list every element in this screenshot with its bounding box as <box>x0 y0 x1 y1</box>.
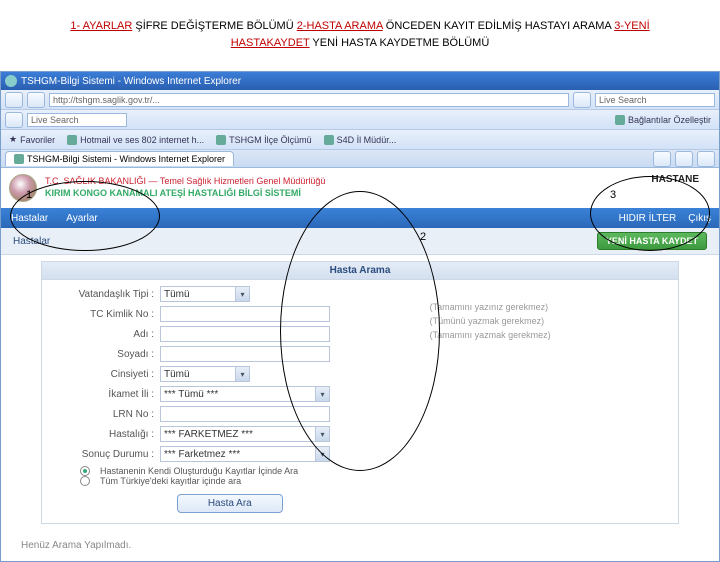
label-ikamet: İkamet İli : <box>50 389 160 400</box>
nav-ayarlar[interactable]: Ayarlar <box>66 213 98 224</box>
label-hastaligi: Hastalığı : <box>50 429 160 440</box>
sub-hastalar[interactable]: Hastalar <box>13 236 50 247</box>
home-icon[interactable] <box>653 151 671 167</box>
annotation-marker-3: 3 <box>610 189 616 201</box>
app-title-block: T.C. SAĞLIK BAKANLIĞI — Temel Sağlık Hiz… <box>45 176 325 199</box>
link-icon <box>615 115 625 125</box>
facility-label: HASTANE <box>651 174 699 185</box>
panel-title: Hasta Arama <box>42 262 678 280</box>
links-customize[interactable]: Bağlantılar Özelleştir <box>611 115 715 125</box>
browser-linkbar: ★ Favoriler Hotmail ve ses 802 internet … <box>1 130 719 150</box>
app-subtitle: T.C. SAĞLIK BAKANLIĞI — Temel Sağlık Hiz… <box>45 176 325 188</box>
search-box[interactable]: Live Search <box>595 93 715 107</box>
nav-hastalar[interactable]: Hastalar <box>11 213 48 224</box>
hint-2: (Tümünü yazmak gerekmez) <box>430 316 670 326</box>
app-title: KIRIM KONGO KANAMALI ATEŞİ HASTALIĞI BİL… <box>45 188 325 200</box>
hint-1: (Tamamını yazınız gerekmez) <box>430 302 670 312</box>
label-vatandaslik: Vatandaşlık Tipi : <box>50 289 160 300</box>
label-cinsiyeti: Cinsiyeti : <box>50 369 160 380</box>
no-results-message: Henüz Arama Yapılmadı. <box>1 530 719 561</box>
new-patient-button[interactable]: YENİ HASTA KAYDET <box>597 232 707 250</box>
main-navbar: Hastalar Ayarlar HIDIR İLTER Çıkış <box>1 208 719 228</box>
chevron-down-icon: ▾ <box>235 367 249 381</box>
radio-own-records[interactable] <box>80 466 90 476</box>
hint-3: (Tamamını yazmak gerekmez) <box>430 330 670 340</box>
ie-icon <box>5 75 17 87</box>
input-lrn[interactable] <box>160 406 330 422</box>
feed-icon[interactable] <box>675 151 693 167</box>
search-button[interactable]: Hasta Ara <box>177 494 283 513</box>
address-bar[interactable]: http://tshgm.saglik.gov.tr/... <box>49 93 569 107</box>
annotation-marker-1: 1 <box>26 189 32 201</box>
nav-logout[interactable]: Çıkış <box>688 213 711 224</box>
favorites-button[interactable]: ★ Favoriler <box>5 134 59 145</box>
nav-user: HIDIR İLTER <box>619 213 677 224</box>
tab-favicon <box>14 154 24 164</box>
chevron-down-icon: ▾ <box>315 387 329 401</box>
label-tckimlik: TC Kimlik No : <box>50 309 160 320</box>
home-button[interactable] <box>5 112 23 128</box>
refresh-button[interactable] <box>573 92 591 108</box>
sub-navbar: Hastalar YENİ HASTA KAYDET <box>1 228 719 255</box>
print-icon[interactable] <box>697 151 715 167</box>
search-form: Vatandaşlık Tipi : Tümü▾ TC Kimlik No : … <box>50 286 410 513</box>
browser-toolbar-2: Live Search Bağlantılar Özelleştir <box>1 110 719 130</box>
cap-seg1-rest: ŞİFRE DEĞİŞTERME BÖLÜMÜ <box>132 20 296 32</box>
input-tckimlik[interactable] <box>160 306 330 322</box>
chevron-down-icon: ▾ <box>315 447 329 461</box>
window-title: TSHGM-Bilgi Sistemi - Windows Internet E… <box>21 76 241 87</box>
radio-own-records-label: Hastanenin Kendi Oluşturduğu Kayıtlar İç… <box>100 466 298 476</box>
select-hastaligi[interactable]: *** FARKETMEZ ***▾ <box>160 426 330 442</box>
select-ikamet[interactable]: *** Tümü ***▾ <box>160 386 330 402</box>
cap-seg2-rest: ÖNCEDEN KAYIT EDİLMİŞ HASTAYI ARAMA <box>383 20 614 32</box>
cap-seg2-label: 2-HASTA ARAMA <box>297 20 383 32</box>
favicon-2 <box>216 135 226 145</box>
patient-search-panel: Hasta Arama Vatandaşlık Tipi : Tümü▾ TC … <box>41 261 679 524</box>
live-search-field[interactable]: Live Search <box>27 113 127 127</box>
select-sonuc[interactable]: *** Farketmez ***▾ <box>160 446 330 462</box>
favicon-3 <box>324 135 334 145</box>
instruction-caption: 1- AYARLAR ŞİFRE DEĞİŞTERME BÖLÜMÜ 2-HAS… <box>0 0 720 59</box>
select-vatandaslik[interactable]: Tümü▾ <box>160 286 250 302</box>
chevron-down-icon: ▾ <box>315 427 329 441</box>
favicon-1 <box>67 135 77 145</box>
label-sonuc: Sonuç Durumu : <box>50 449 160 460</box>
linkbar-item-1[interactable]: Hotmail ve ses 802 internet h... <box>63 135 208 145</box>
linkbar-item-2[interactable]: TSHGM İlçe Ölçümü <box>212 135 316 145</box>
radio-all-turkey-label: Tüm Türkiye'deki kayıtlar içinde ara <box>100 476 241 486</box>
cap-seg3-rest: YENİ HASTA KAYDETME BÖLÜMÜ <box>310 37 490 49</box>
select-cinsiyeti[interactable]: Tümü▾ <box>160 366 250 382</box>
label-lrn: LRN No : <box>50 409 160 420</box>
window-titlebar: TSHGM-Bilgi Sistemi - Windows Internet E… <box>1 72 719 90</box>
cap-seg1-label: 1- AYARLAR <box>70 20 132 32</box>
label-soyadi: Soyadı : <box>50 349 160 360</box>
browser-nav-toolbar: http://tshgm.saglik.gov.tr/... Live Sear… <box>1 90 719 110</box>
chevron-down-icon: ▾ <box>235 287 249 301</box>
hints-column: (Tamamını yazınız gerekmez) (Tümünü yazm… <box>410 286 670 513</box>
ministry-logo <box>9 174 37 202</box>
back-button[interactable] <box>5 92 23 108</box>
input-adi[interactable] <box>160 326 330 342</box>
app-header: T.C. SAĞLIK BAKANLIĞI — Temel Sağlık Hiz… <box>1 168 719 208</box>
annotation-marker-2: 2 <box>420 231 426 243</box>
forward-button[interactable] <box>27 92 45 108</box>
tab-active[interactable]: TSHGM-Bilgi Sistemi - Windows Internet E… <box>5 151 234 166</box>
browser-window: TSHGM-Bilgi Sistemi - Windows Internet E… <box>0 71 720 562</box>
label-adi: Adı : <box>50 329 160 340</box>
browser-tabs: TSHGM-Bilgi Sistemi - Windows Internet E… <box>1 150 719 168</box>
radio-all-turkey[interactable] <box>80 476 90 486</box>
input-soyadi[interactable] <box>160 346 330 362</box>
linkbar-item-3[interactable]: S4D İl Müdür... <box>320 135 401 145</box>
